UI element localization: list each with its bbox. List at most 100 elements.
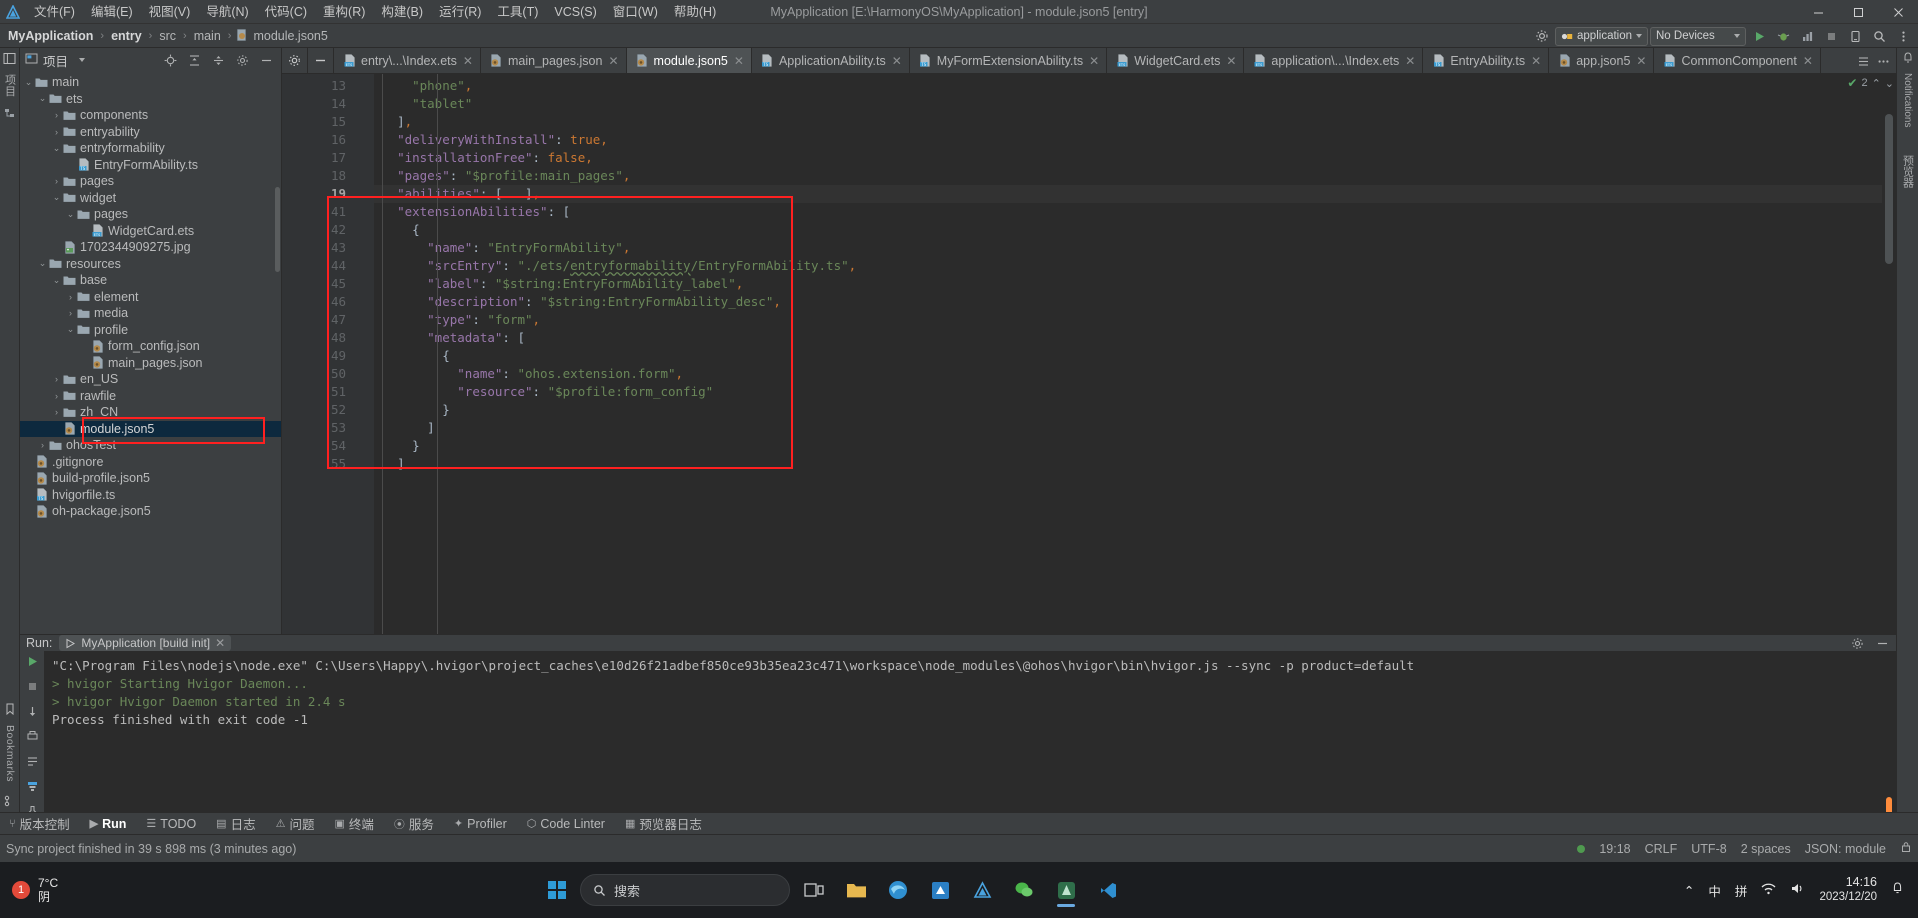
line-separator[interactable]: CRLF [1645,842,1678,856]
menu-edit[interactable]: 编辑(E) [83,0,141,24]
code-line[interactable]: "deliveryWithInstall": true, [374,131,1882,149]
ime-mode[interactable]: 拼 [1735,881,1748,900]
tool-window--[interactable]: ▦ 预览器日志 [622,814,705,833]
stop-button[interactable] [1820,25,1842,47]
chevron-right-icon[interactable]: › [51,391,62,401]
start-icon[interactable] [540,873,574,907]
inspection-prev-icon[interactable]: ⌃ [1872,77,1881,90]
editor-tab-module-json5[interactable]: module.json5 ✕ [626,48,752,73]
editor-tab-app-json5[interactable]: app.json5 ✕ [1549,48,1655,73]
close-button[interactable] [1878,0,1918,24]
code-line[interactable]: "type": "form", [374,311,1882,329]
code-line[interactable]: "metadata": [ [374,329,1882,347]
caret-position[interactable]: 19:18 [1599,842,1630,856]
menu-build[interactable]: 构建(B) [373,0,431,24]
run-button[interactable] [1748,25,1770,47]
scroll-to-end-icon[interactable] [26,705,39,721]
code-line[interactable]: ] [374,455,1882,473]
rail-label-preview[interactable]: 预览器 [1900,155,1916,188]
code-line[interactable]: "label": "$string:EntryFormAbility_label… [374,275,1882,293]
collapse-all-icon[interactable] [209,51,228,70]
store-icon[interactable] [922,873,958,907]
tree-item-1702344909275-jpg[interactable]: 1702344909275.jpg [20,239,281,256]
wechat-icon[interactable] [1006,873,1042,907]
menu-navigate[interactable]: 导航(N) [198,0,256,24]
code-line[interactable]: "name": "ohos.extension.form", [374,365,1882,383]
tab-home-button[interactable] [282,48,308,73]
tree-item-hvigorfile-ts[interactable]: TS hvigorfile.ts [20,487,281,504]
menu-window[interactable]: 窗口(W) [605,0,666,24]
status-lock-icon[interactable] [1900,841,1912,856]
run-hide-icon[interactable] [1873,634,1892,653]
breadcrumb-main[interactable]: main [192,29,223,43]
tool-window--[interactable]: ⦿ 服务 [391,814,437,833]
run-session-tab[interactable]: MyApplication [build init] ✕ [59,635,232,651]
chevron-down-icon[interactable]: ⌄ [37,258,48,269]
taskbar-search[interactable]: 搜索 [580,874,790,906]
chevron-down-icon[interactable]: ⌄ [65,209,76,220]
more-options-icon[interactable] [1892,25,1914,47]
rail-label-project[interactable]: 项目 [2,74,18,97]
editor-tab-close-icon[interactable]: ✕ [1531,54,1541,68]
tree-item-module-json5[interactable]: module.json5 [20,420,281,437]
chevron-down-icon[interactable] [79,58,86,62]
menu-file[interactable]: 文件(F) [26,0,83,24]
structure-panel-icon[interactable] [3,107,16,123]
device-selector[interactable]: No Devices [1650,26,1746,46]
notification-center-icon[interactable] [1891,882,1904,898]
editor-tab-close-icon[interactable]: ✕ [1636,54,1646,68]
code-line[interactable]: "phone", [374,77,1882,95]
code-line[interactable]: "pages": "$profile:main_pages", [374,167,1882,185]
code-line[interactable]: "tablet" [374,95,1882,113]
tree-item-main[interactable]: ⌄ main [20,74,281,91]
breadcrumb-module[interactable]: entry [109,29,144,43]
tab-minimize-button[interactable] [308,48,334,73]
tool-window--[interactable]: ⑂ 版本控制 [6,814,73,833]
file-encoding[interactable]: UTF-8 [1691,842,1726,856]
tool-window-code-linter[interactable]: ⬡ Code Linter [524,817,608,831]
editor-tab-close-icon[interactable]: ✕ [892,54,902,68]
tab-more-icon[interactable] [1874,52,1893,71]
tree-item-build-profile-json5[interactable]: build-profile.json5 [20,470,281,487]
run-settings-icon[interactable] [1848,634,1867,653]
menu-run[interactable]: 运行(R) [431,0,489,24]
hide-panel-icon[interactable] [257,51,276,70]
tree-item-media[interactable]: › media [20,305,281,322]
tree-item-resources[interactable]: ⌄ resources [20,256,281,273]
deveco-icon[interactable] [964,873,1000,907]
menu-code[interactable]: 代码(C) [257,0,315,24]
tree-item-ets[interactable]: ⌄ ets [20,91,281,108]
preview-rail[interactable]: 预览器 [1897,145,1918,188]
editor-tab-close-icon[interactable]: ✕ [1405,54,1415,68]
editor-tab-entryability-ts[interactable]: TS EntryAbility.ts ✕ [1423,48,1550,73]
chevron-down-icon[interactable]: ⌄ [51,192,62,203]
chevron-right-icon[interactable]: › [65,292,76,302]
editor-tab-close-icon[interactable]: ✕ [608,54,618,68]
network-icon[interactable] [1761,882,1776,898]
chevron-right-icon[interactable]: › [37,440,48,450]
taskbar-clock[interactable]: 14:16 2023/12/20 [1819,875,1877,905]
tree-item-profile[interactable]: ⌄ profile [20,322,281,339]
editor-tab-widgetcard-ets[interactable]: ETS WidgetCard.ets ✕ [1107,48,1245,73]
rail-label-bookmarks[interactable]: Bookmarks [4,725,16,782]
filter-icon[interactable] [26,780,39,796]
inspection-widget[interactable]: ✔ 2 ⌃ ⌄ [1847,76,1894,90]
stop-run-icon[interactable] [26,680,39,696]
explorer-icon[interactable] [838,873,874,907]
wrap-icon[interactable] [26,755,39,771]
menu-refactor[interactable]: 重构(R) [315,0,373,24]
tree-item-en-us[interactable]: › en_US [20,371,281,388]
tree-item-entryability[interactable]: › entryability [20,124,281,141]
minimize-button[interactable] [1798,0,1838,24]
editor-tab-applicationability-ts[interactable]: TS ApplicationAbility.ts ✕ [752,48,910,73]
tool-window--[interactable]: ⚠ 问题 [273,814,318,833]
breadcrumb-file[interactable]: module.json5 [251,29,329,43]
tree-item-widget[interactable]: ⌄ widget [20,190,281,207]
expand-all-icon[interactable] [185,51,204,70]
editor-tab-close-icon[interactable]: ✕ [1089,54,1099,68]
tree-item-zh-cn[interactable]: › zh_CN [20,404,281,421]
tree-item-ohostest[interactable]: › ohosTest [20,437,281,454]
tool-window-todo[interactable]: ☰ TODO [143,817,199,831]
code-line[interactable]: } [374,437,1882,455]
chevron-down-icon[interactable]: ⌄ [51,275,62,286]
